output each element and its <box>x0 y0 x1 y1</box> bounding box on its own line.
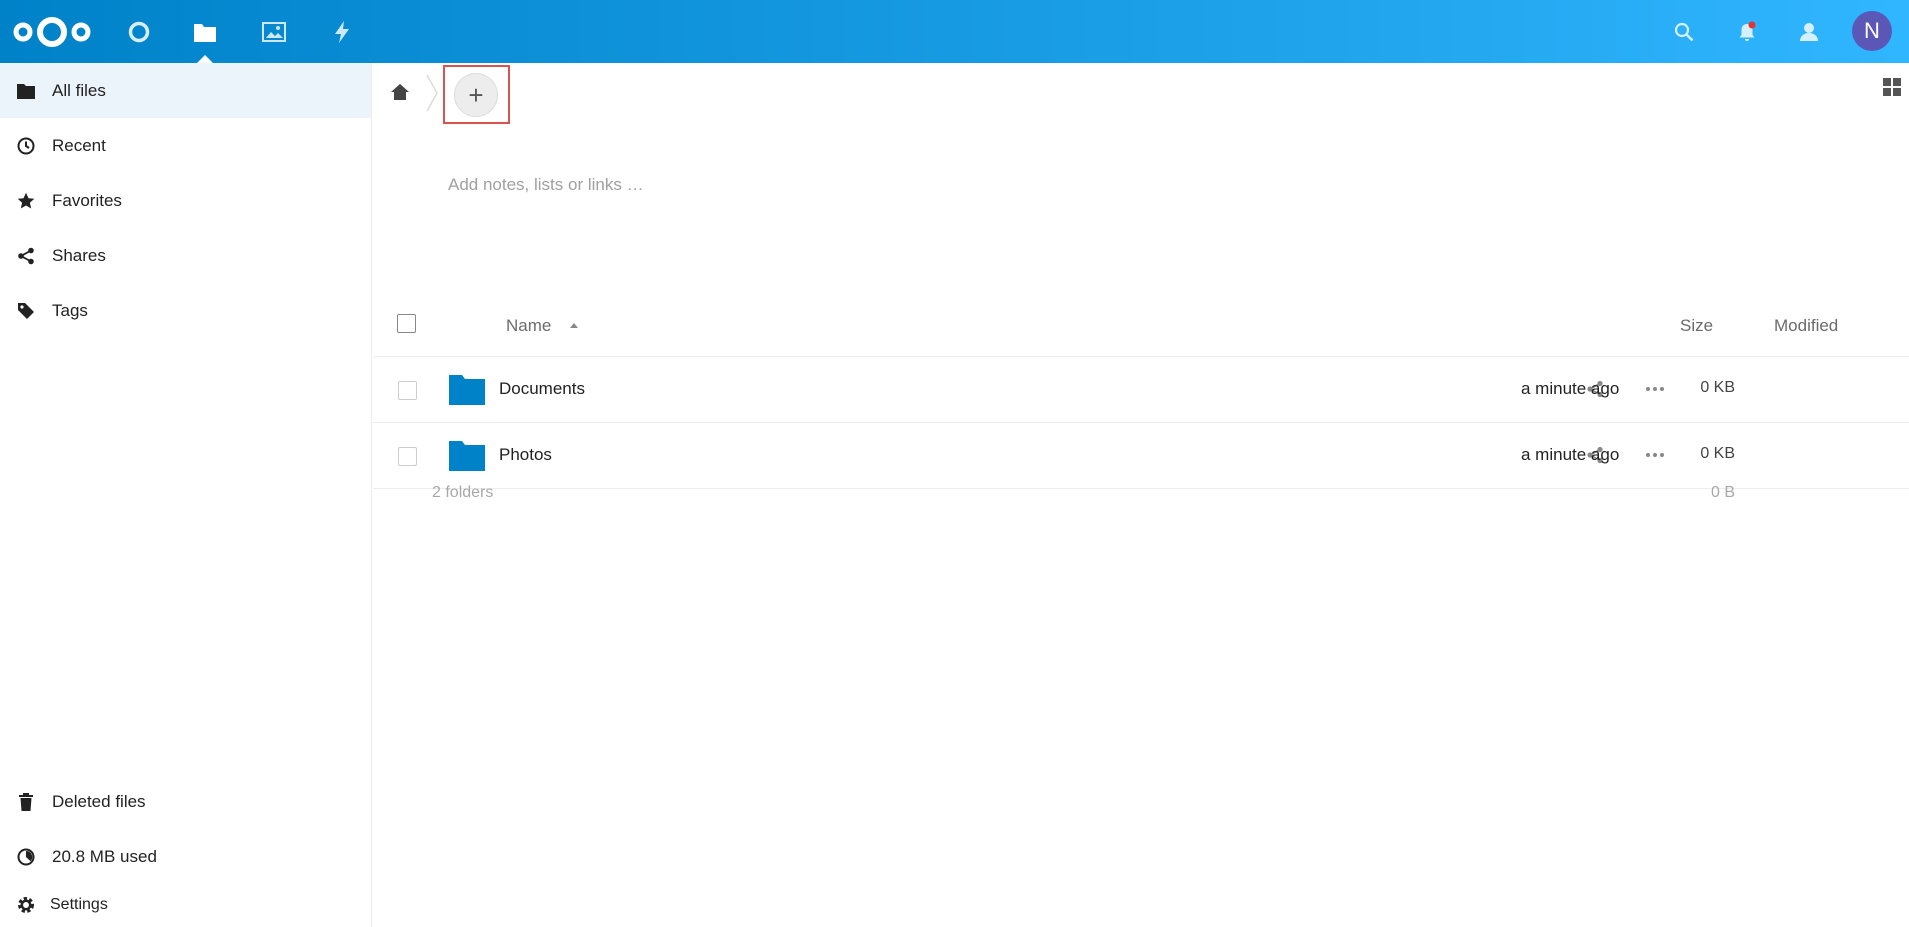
select-all-checkbox[interactable] <box>397 314 416 333</box>
file-modified: a minute ago <box>1521 445 1620 464</box>
folder-icon <box>449 375 485 405</box>
sidebar-item-settings[interactable]: Settings <box>0 883 371 927</box>
sidebar-item-all-files[interactable]: All files <box>0 63 371 118</box>
sidebar-item-quota[interactable]: 20.8 MB used <box>0 829 371 884</box>
quota-label: 20.8 MB used <box>52 846 157 866</box>
folder-icon <box>449 441 485 471</box>
sidebar-item-deleted-files[interactable]: Deleted files <box>0 774 371 829</box>
home-icon[interactable] <box>387 79 413 105</box>
dashboard-icon[interactable] <box>124 17 154 47</box>
file-table-header: Name Size Modified <box>373 286 1909 357</box>
file-size: 0 KB <box>1700 445 1735 462</box>
file-size: 0 KB <box>1700 379 1735 396</box>
sort-ascending-icon <box>570 323 578 328</box>
more-actions-icon[interactable] <box>1643 443 1667 467</box>
sidebar-item-shares[interactable]: Shares <box>0 228 371 283</box>
app-header: N <box>0 0 1909 63</box>
file-name[interactable]: Photos <box>499 445 552 465</box>
notes-placeholder[interactable]: Add notes, lists or links … <box>448 175 644 195</box>
user-avatar[interactable]: N <box>1852 11 1892 51</box>
photos-icon[interactable] <box>259 17 289 47</box>
sidebar-item-label: Deleted files <box>52 791 146 811</box>
sidebar-item-label: Favorites <box>52 190 122 210</box>
sidebar-item-label: Recent <box>52 135 106 155</box>
sidebar-item-label: All files <box>52 80 106 100</box>
sidebar-item-favorites[interactable]: Favorites <box>0 173 371 228</box>
more-actions-icon[interactable] <box>1643 377 1667 401</box>
column-size-header[interactable]: Size <box>1680 316 1713 336</box>
files-icon[interactable] <box>190 17 220 47</box>
sidebar-item-label: Tags <box>52 300 88 320</box>
trash-icon <box>0 774 52 829</box>
highlight-frame: + <box>443 65 510 124</box>
sidebar-item-label: Settings <box>50 896 108 913</box>
summary-count: 2 folders <box>432 484 494 501</box>
share-icon <box>0 228 52 283</box>
files-main: + Add notes, lists or links … Name Size … <box>373 63 1909 927</box>
row-checkbox[interactable] <box>398 447 417 466</box>
row-checkbox[interactable] <box>398 381 417 400</box>
contacts-icon[interactable] <box>1794 17 1824 47</box>
file-summary: 2 folders 0 B <box>373 484 1909 514</box>
column-modified-header[interactable]: Modified <box>1774 316 1838 336</box>
sidebar-item-tags[interactable]: Tags <box>0 283 371 338</box>
sidebar-item-label: Shares <box>52 245 106 265</box>
table-row[interactable]: Documents 0 KB a minute ago <box>373 357 1909 423</box>
column-name-header[interactable]: Name <box>506 316 551 336</box>
file-modified: a minute ago <box>1521 379 1620 398</box>
sidebar: All files Recent Favorites Shares Tags D… <box>0 63 372 927</box>
search-icon[interactable] <box>1669 17 1699 47</box>
gear-icon <box>0 883 52 927</box>
folder-icon <box>0 63 52 118</box>
active-app-indicator <box>197 55 213 63</box>
star-icon <box>0 173 52 228</box>
grid-view-icon[interactable] <box>1882 77 1902 97</box>
sidebar-item-recent[interactable]: Recent <box>0 118 371 173</box>
nextcloud-logo[interactable] <box>13 16 91 48</box>
summary-size: 0 B <box>1710 484 1735 501</box>
activity-icon[interactable] <box>327 17 357 47</box>
new-file-button[interactable]: + <box>454 73 498 117</box>
quota-pie-icon <box>0 829 52 884</box>
notifications-icon[interactable] <box>1732 17 1762 47</box>
tag-icon <box>0 283 52 338</box>
clock-icon <box>0 118 52 173</box>
table-row[interactable]: Photos 0 KB a minute ago <box>373 423 1909 489</box>
file-name[interactable]: Documents <box>499 379 585 399</box>
breadcrumb-separator <box>426 74 438 112</box>
